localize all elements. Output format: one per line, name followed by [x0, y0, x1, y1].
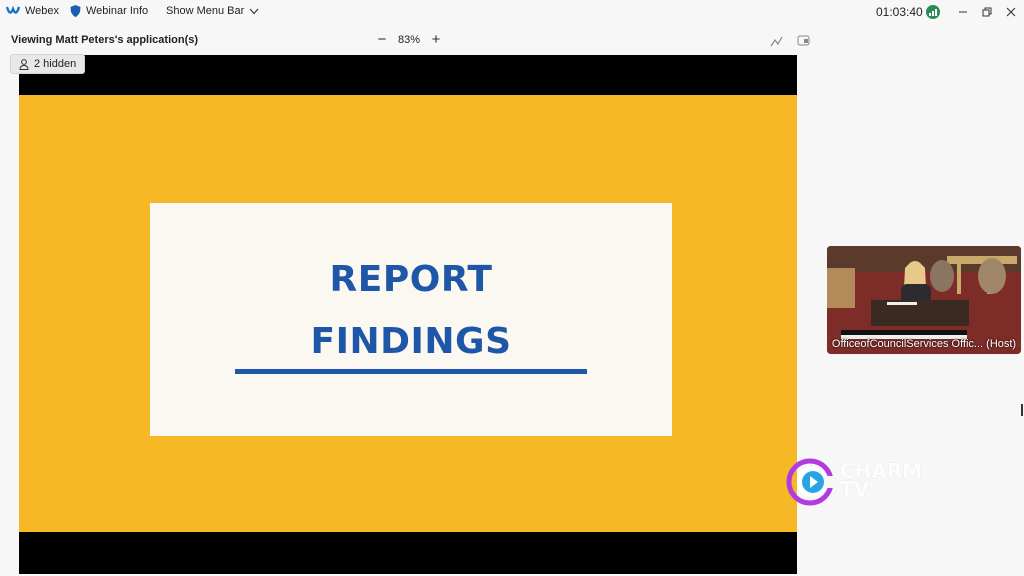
shield-icon: [70, 5, 81, 17]
restore-icon: [982, 7, 992, 17]
app-logo: Webex: [6, 5, 59, 17]
zoom-control: − 83% +: [376, 32, 442, 47]
mouse-cursor: [1021, 404, 1023, 416]
person-icon: [19, 58, 29, 70]
webinar-info-button[interactable]: Webinar Info: [70, 5, 148, 17]
webex-icon: [6, 5, 20, 14]
shared-screen[interactable]: REPORT FINDINGS: [19, 55, 797, 574]
show-menu-bar-button[interactable]: Show Menu Bar: [166, 5, 259, 17]
zoom-in-button[interactable]: +: [430, 32, 442, 47]
pop-out-icon[interactable]: [797, 34, 811, 48]
slide-title-line-1: REPORT: [329, 259, 493, 300]
restore-button[interactable]: [976, 2, 998, 22]
charm-tv-wordmark: CHARM TV: [840, 461, 922, 499]
meeting-timer: 01:03:40: [876, 5, 923, 19]
app-name: Webex: [25, 5, 60, 17]
close-button[interactable]: [1000, 2, 1022, 22]
zoom-level: 83%: [398, 33, 421, 46]
slide-title-card: REPORT FINDINGS: [150, 203, 672, 436]
title-bar: Webex Webinar Info Show Menu Bar 01:03:4…: [0, 0, 1024, 26]
charm-tv-logo-icon: [786, 458, 834, 506]
presentation-slide: REPORT FINDINGS: [19, 95, 797, 532]
annotate-icon[interactable]: [770, 34, 784, 48]
share-title: Viewing Matt Peters's application(s): [11, 34, 199, 46]
network-signal-icon[interactable]: [926, 5, 940, 19]
minimize-icon: [959, 11, 967, 13]
zoom-out-button[interactable]: −: [376, 32, 388, 47]
chevron-down-icon: [249, 8, 259, 14]
participant-name-label: OfficeofCouncilServices Offic... (Host): [831, 338, 1017, 350]
charm-tv-watermark: CHARM TV: [786, 456, 936, 510]
slide-title-line-2: FINDINGS: [310, 321, 512, 362]
close-icon: [1006, 7, 1016, 17]
minimize-button[interactable]: [952, 2, 974, 22]
hidden-participants-button[interactable]: 2 hidden: [10, 54, 86, 74]
slide-title-underline: [235, 369, 587, 374]
webinar-info-label: Webinar Info: [86, 5, 149, 17]
show-menu-bar-label: Show Menu Bar: [166, 5, 245, 17]
hidden-count-label: 2 hidden: [34, 58, 77, 70]
share-toolbar: Viewing Matt Peters's application(s) − 8…: [0, 30, 820, 52]
participant-video-tile[interactable]: OfficeofCouncilServices Offic... (Host): [827, 246, 1021, 354]
